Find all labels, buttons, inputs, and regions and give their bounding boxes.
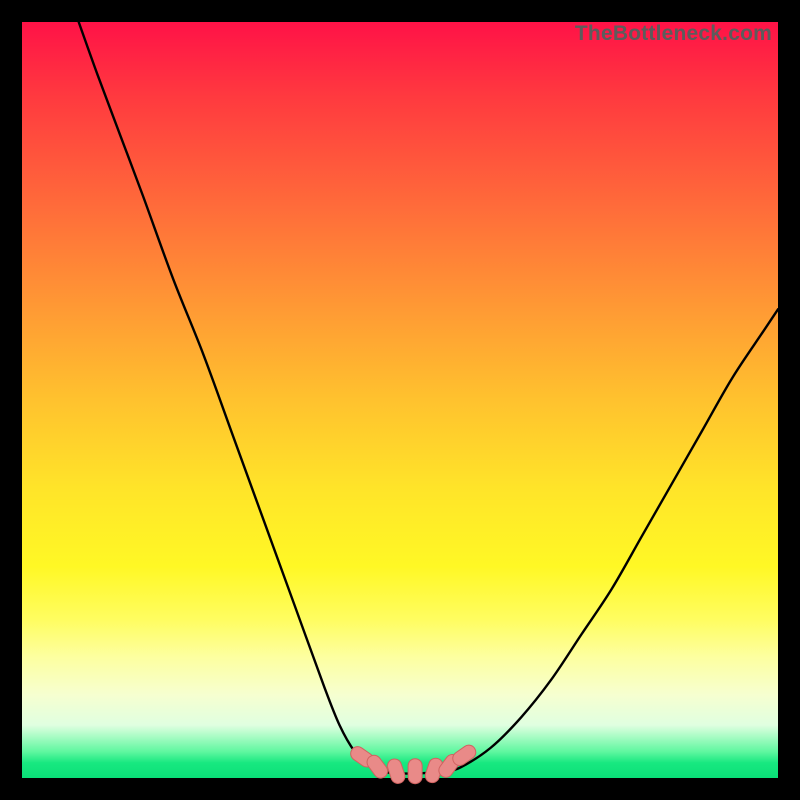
plot-area: TheBottleneck.com bbox=[22, 22, 778, 778]
valley-marker bbox=[394, 766, 397, 776]
valley-marker bbox=[446, 761, 453, 770]
valley-marker bbox=[460, 752, 469, 758]
marker-group bbox=[358, 752, 469, 777]
bottleneck-curve bbox=[22, 22, 778, 778]
valley-marker bbox=[374, 762, 381, 771]
valley-marker bbox=[358, 754, 367, 760]
valley-marker bbox=[432, 765, 435, 775]
curve-path bbox=[79, 22, 778, 774]
chart-frame: TheBottleneck.com bbox=[0, 0, 800, 800]
